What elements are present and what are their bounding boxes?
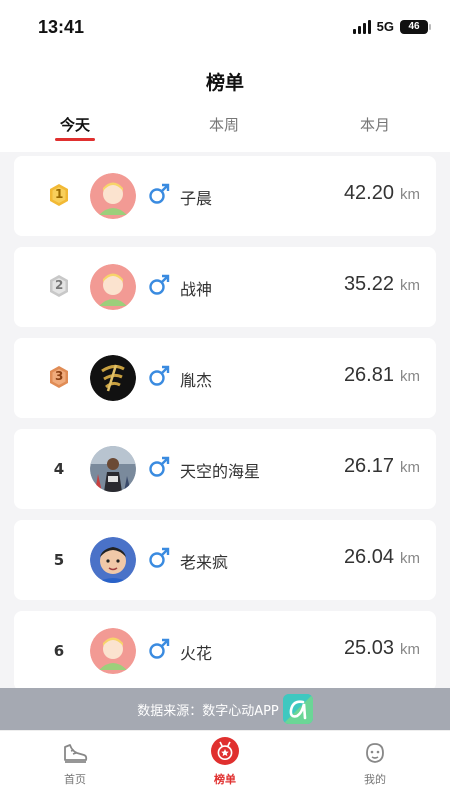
status-indicators: 5G 46 <box>352 19 431 34</box>
distance: 26.04 km <box>344 546 420 569</box>
user-name: 天空的海星 <box>180 462 261 481</box>
male-icon <box>148 547 170 569</box>
distance-value: 25.03 <box>343 637 394 659</box>
tab-home-label: 首页 <box>64 773 86 786</box>
avatar[interactable] <box>90 537 136 583</box>
battery-icon: 46 <box>400 19 431 34</box>
data-source-banner: 数据来源：数字心动APP <box>0 688 450 730</box>
tab-rankings-label: 榜单 <box>214 773 236 786</box>
tab-week[interactable]: 本周 <box>184 114 264 135</box>
avatar[interactable] <box>90 355 136 401</box>
tab-mine-label: 我的 <box>364 773 386 786</box>
avatar[interactable] <box>90 446 136 492</box>
male-icon <box>148 638 170 660</box>
avatar[interactable] <box>90 264 136 310</box>
rank-label: 1 <box>55 187 64 201</box>
bottom-tab-bar: 首页 榜单 我的 <box>0 730 450 800</box>
tab-month[interactable]: 本月 <box>335 114 415 135</box>
rank-number: 5 <box>53 551 65 569</box>
male-icon <box>148 274 170 296</box>
ranking-row[interactable]: 5 老来疯 26.04 km <box>14 520 436 600</box>
app-logo-icon <box>282 694 313 724</box>
distance-unit: km <box>400 368 420 385</box>
distance: 35.22 km <box>344 273 420 296</box>
rank-number: 6 <box>53 642 65 660</box>
ranking-row[interactable]: 3 胤杰 26.81 km <box>14 338 436 418</box>
page-title: 榜单 <box>205 72 244 94</box>
status-bar: 13:41 5G 46 <box>0 0 450 56</box>
medal-icon <box>211 737 239 767</box>
distance: 26.81 km <box>344 364 420 387</box>
distance-unit: km <box>400 277 420 294</box>
male-icon <box>148 183 170 205</box>
active-tab-indicator <box>55 138 95 141</box>
rank-number: 4 <box>53 460 65 478</box>
user-name: 胤杰 <box>180 371 213 390</box>
user-name: 老来疯 <box>180 553 229 572</box>
distance-unit: km <box>400 186 420 203</box>
tab-today[interactable]: 今天 <box>35 114 115 135</box>
distance: 25.03 km <box>344 637 420 660</box>
data-source-text: 数据来源：数字心动APP <box>137 703 279 719</box>
tab-rankings[interactable]: 榜单 <box>195 737 255 787</box>
distance-value: 26.81 <box>343 364 394 386</box>
face-icon <box>361 739 389 767</box>
signal-icon <box>352 19 371 34</box>
tab-home[interactable]: 首页 <box>45 739 105 787</box>
ranking-row[interactable]: 1 子晨 42.20 km <box>14 156 436 236</box>
rank-label: 3 <box>55 369 64 383</box>
rank-label: 2 <box>55 278 64 292</box>
header: 榜单 今天 本周 本月 <box>0 56 450 152</box>
distance-value: 26.17 <box>343 455 394 477</box>
distance: 42.20 km <box>344 182 420 205</box>
male-icon <box>148 365 170 387</box>
tab-mine[interactable]: 我的 <box>345 739 405 787</box>
ranking-row[interactable]: 2 战神 35.22 km <box>14 247 436 327</box>
user-name: 子晨 <box>180 189 213 208</box>
avatar[interactable] <box>90 628 136 674</box>
distance-value: 35.22 <box>343 273 394 295</box>
distance-unit: km <box>400 459 420 476</box>
user-name: 火花 <box>180 644 213 663</box>
distance: 26.17 km <box>344 455 420 478</box>
ranking-row[interactable]: 6 火花 25.03 km <box>14 611 436 691</box>
status-time: 13:41 <box>38 17 85 37</box>
avatar[interactable] <box>90 173 136 219</box>
shoe-icon <box>61 739 89 767</box>
distance-unit: km <box>400 550 420 567</box>
network-type: 5G <box>376 19 394 34</box>
distance-value: 42.20 <box>343 182 394 204</box>
user-name: 战神 <box>180 280 213 299</box>
male-icon <box>148 456 170 478</box>
distance-value: 26.04 <box>343 546 394 568</box>
distance-unit: km <box>400 641 420 658</box>
ranking-row[interactable]: 4 天空的海星 26.17 km <box>14 429 436 509</box>
